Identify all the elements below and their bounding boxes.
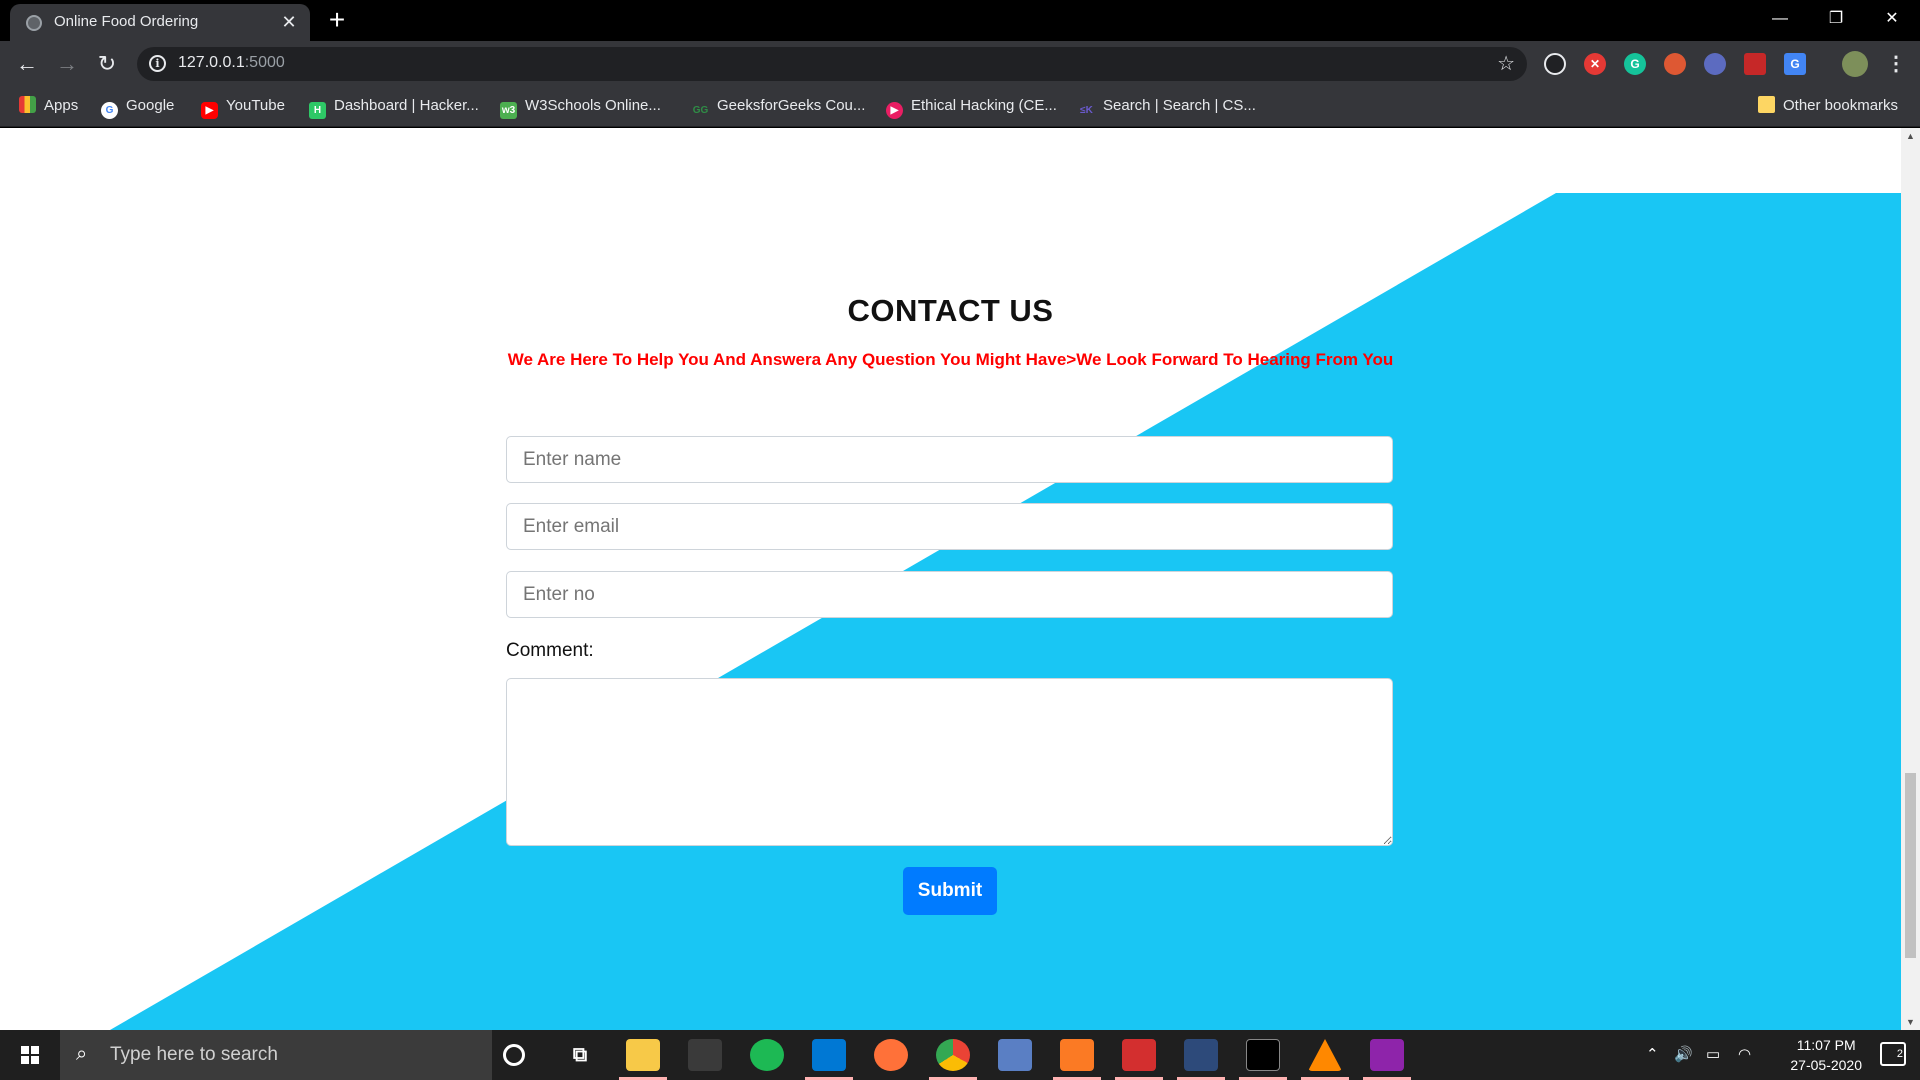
bookmarks-bar: Apps G Google ▶ YouTube H Dashboard | Hacke… (0, 87, 1920, 127)
browser-titlebar: Online Food Ordering ✕ + — ❐ ✕ (0, 0, 1920, 41)
ethical-hacking-icon: ▶ (886, 102, 903, 119)
notification-center-icon[interactable]: 2 (1880, 1042, 1906, 1066)
browser-tab[interactable]: Online Food Ordering ✕ (10, 4, 310, 41)
file-explorer-icon[interactable] (626, 1039, 660, 1071)
w3schools-icon: w3 (500, 102, 517, 119)
geeksforgeeks-icon: GG (692, 105, 709, 116)
new-tab-button[interactable]: + (322, 6, 352, 36)
wifi-icon[interactable]: ◠ (1738, 1045, 1751, 1063)
spotify-icon[interactable] (750, 1039, 784, 1071)
chevron-up-icon[interactable]: ⌃ (1646, 1045, 1659, 1063)
minimize-button[interactable]: — (1752, 0, 1808, 38)
phone-input[interactable] (506, 571, 1393, 618)
clock-time: 11:07 PM (1796, 1037, 1856, 1053)
email-input[interactable] (506, 503, 1393, 550)
chrome-icon[interactable] (936, 1039, 970, 1071)
bookmark-youtube[interactable]: ▶ YouTube (201, 95, 285, 119)
contact-section: CONTACT US We Are Here To Help You And A… (0, 128, 1901, 1030)
reload-icon[interactable]: ↻ (93, 50, 121, 78)
csk-icon: ≤K (1080, 105, 1093, 116)
vlc-icon[interactable] (1308, 1039, 1342, 1071)
scroll-down-icon[interactable]: ▼ (1901, 1014, 1920, 1030)
close-window-button[interactable]: ✕ (1864, 0, 1920, 38)
bookmark-apps[interactable]: Apps (19, 95, 78, 117)
menu-dots-icon[interactable]: ⋮ (1886, 51, 1906, 76)
notification-count: 2 (1896, 1048, 1903, 1060)
taskbar-search-placeholder: Type here to search (110, 1044, 278, 1065)
info-icon[interactable]: i (149, 55, 166, 72)
xampp-icon[interactable] (1060, 1039, 1094, 1071)
task-view-icon[interactable]: ⧉ (563, 1039, 597, 1071)
winrar-icon[interactable] (1370, 1039, 1404, 1071)
search-icon: ⌕ (76, 1043, 88, 1065)
volume-icon[interactable]: 🔊 (1674, 1045, 1693, 1063)
cortana-icon[interactable] (503, 1044, 525, 1066)
speedometer-extension-icon[interactable] (1544, 53, 1566, 75)
bookmark-csk-search[interactable]: ≤K Search | Search | CS... (1078, 95, 1256, 117)
windows-logo-icon (21, 1046, 39, 1064)
bookmark-ethical-hacking[interactable]: ▶ Ethical Hacking (CE... (886, 95, 1057, 119)
forward-arrow-icon[interactable]: → (53, 50, 81, 78)
comment-textarea[interactable] (506, 678, 1393, 846)
submit-button[interactable]: Submit (903, 867, 997, 915)
browser-toolbar: ← → ↻ i 127.0.0.1:5000 ☆ ✕ G G ⋮ (0, 41, 1920, 87)
comment-label: Comment: (506, 640, 594, 661)
firefox-icon[interactable] (874, 1039, 908, 1071)
back-arrow-icon[interactable]: ← (13, 50, 41, 78)
bookmark-google[interactable]: G Google (101, 95, 174, 119)
page-title: CONTACT US (847, 293, 1054, 328)
tab-title: Online Food Ordering (54, 13, 199, 30)
restore-button[interactable]: ❐ (1808, 0, 1864, 38)
page-viewport: CONTACT US We Are Here To Help You And A… (0, 128, 1901, 1030)
bookmark-w3schools[interactable]: w3 W3Schools Online... (500, 95, 661, 119)
close-tab-icon[interactable]: ✕ (278, 11, 300, 33)
bookmark-star-icon[interactable]: ☆ (1497, 51, 1515, 76)
bookmark-other[interactable]: Other bookmarks (1758, 95, 1898, 117)
profile-avatar[interactable] (1842, 51, 1868, 77)
scroll-up-icon[interactable]: ▲ (1901, 128, 1920, 144)
url-text[interactable]: 127.0.0.1:5000 (178, 54, 285, 72)
google-translate-extension-icon[interactable]: G (1784, 53, 1806, 75)
globe-icon (26, 15, 42, 31)
folder-icon (1758, 96, 1775, 113)
contact-subheading: We Are Here To Help You And Answera Any … (507, 350, 1394, 369)
predator-icon[interactable] (688, 1039, 722, 1071)
vscode-icon[interactable] (812, 1039, 846, 1071)
bookmark-geeksforgeeks[interactable]: GG GeeksforGeeks Cou... (692, 95, 866, 117)
youtube-icon: ▶ (201, 102, 218, 119)
taskbar-search[interactable]: ⌕ Type here to search (60, 1030, 492, 1080)
virtualbox-icon[interactable] (998, 1039, 1032, 1071)
owl-extension-icon[interactable] (1704, 53, 1726, 75)
adblock-extension-icon[interactable]: ✕ (1584, 53, 1606, 75)
acrobat-icon[interactable] (1122, 1039, 1156, 1071)
grammarly-extension-icon[interactable]: G (1624, 53, 1646, 75)
mysql-workbench-icon[interactable] (1184, 1039, 1218, 1071)
battery-icon[interactable]: ▭ (1706, 1045, 1720, 1063)
bookmark-hackerrank[interactable]: H Dashboard | Hacker... (309, 95, 479, 119)
terminal-icon[interactable] (1246, 1039, 1280, 1071)
hackerrank-icon: H (309, 102, 326, 119)
apps-grid-icon (19, 96, 36, 113)
start-button[interactable] (0, 1030, 60, 1080)
duckduckgo-extension-icon[interactable] (1664, 53, 1686, 75)
page-scrollbar[interactable]: ▲ ▼ (1901, 128, 1920, 1030)
notes-extension-icon[interactable] (1744, 53, 1766, 75)
scrollbar-thumb[interactable] (1905, 773, 1916, 958)
address-bar[interactable]: i 127.0.0.1:5000 ☆ (137, 47, 1527, 81)
windows-taskbar: ⌕ Type here to search ⧉ ⌃ 🔊 ▭ ◠ 11:07 PM… (0, 1030, 1920, 1080)
clock-date: 27-05-2020 (1790, 1057, 1862, 1073)
name-input[interactable] (506, 436, 1393, 483)
google-icon: G (101, 102, 118, 119)
system-clock[interactable]: 11:07 PM 27-05-2020 (1790, 1035, 1862, 1075)
